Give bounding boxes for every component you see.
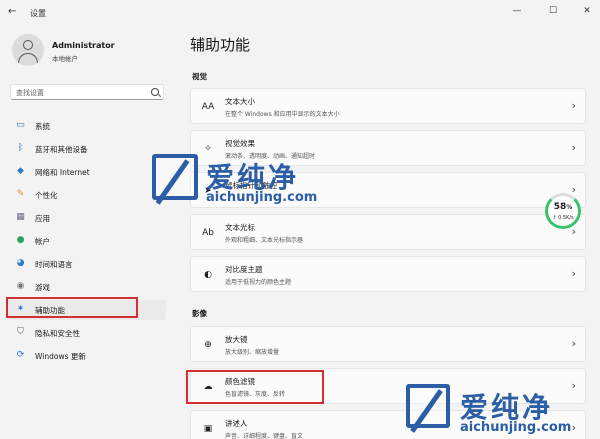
search-input[interactable]: 查找设置 (10, 84, 164, 100)
section-header-vision: 视觉 (192, 72, 207, 81)
sidebar-item-9[interactable]: ⛉ 隐私和安全性 (8, 323, 166, 343)
sidebar-item-label: 网络和 Internet (35, 168, 90, 177)
settings-card-0[interactable]: AA 文本大小在整个 Windows 和应用中显示的文本大小 › (190, 88, 586, 124)
text-cursor-icon: Ab (202, 228, 214, 238)
sidebar: Administrator 本地帐户 查找设置 ▭ 系统 ᛒ 蓝牙和其他设备 ◆ 网络和 … (0, 26, 170, 439)
contrast-icon: ◐ (204, 270, 212, 280)
sidebar-item-label: 系统 (35, 122, 50, 131)
sidebar-item-label: 时间和语言 (35, 260, 73, 269)
globe-clock-icon: ◕ (16, 258, 25, 268)
watermark-logo: 爱纯净 aichunjing.com (152, 154, 352, 210)
monitor-icon: ▭ (16, 120, 25, 130)
close-button[interactable]: ✕ (578, 4, 596, 18)
shield-icon: ⛉ (17, 327, 24, 337)
avatar-body-icon (18, 53, 38, 66)
avatar-head-icon (23, 40, 33, 50)
page-title: 辅助功能 (190, 36, 251, 54)
card-title: 文本光标 (225, 223, 255, 232)
magnifier-icon: ⊕ (204, 340, 212, 350)
sidebar-item-4[interactable]: ▦ 应用 (8, 208, 166, 228)
sidebar-item-1[interactable]: ᛒ 蓝牙和其他设备 (8, 139, 166, 159)
user-account-type: 本地帐户 (52, 55, 78, 63)
sidebar-item-label: 游戏 (35, 283, 50, 292)
chevron-right-icon: › (571, 337, 576, 350)
chevron-right-icon: › (571, 183, 576, 196)
sidebar-item-label: Windows 更新 (35, 352, 86, 361)
narrator-icon: ▣ (203, 424, 213, 434)
sidebar-item-7[interactable]: ◉ 游戏 (8, 277, 166, 297)
settings-card-3[interactable]: Ab 文本光标外观和粗细、文本光标指示器 › (190, 214, 586, 250)
update-icon: ⟳ (16, 350, 25, 360)
card-title: 放大镜 (225, 335, 248, 344)
card-subtitle: 在整个 Windows 和应用中显示的文本大小 (225, 111, 340, 118)
sidebar-item-label: 应用 (35, 214, 50, 223)
window-title: 设置 (30, 9, 46, 18)
chevron-right-icon: › (571, 225, 576, 238)
card-title: 文本大小 (225, 97, 255, 106)
sidebar-item-6[interactable]: ◕ 时间和语言 (8, 254, 166, 274)
card-title: 对比度主题 (225, 265, 263, 274)
card-subtitle: 适用于低视力的颜色主题 (225, 279, 292, 286)
main-content: 辅助功能 视觉 影像 AA 文本大小在整个 Windows 和应用中显示的文本大小… (180, 26, 600, 439)
sidebar-item-3[interactable]: ✎ 个性化 (8, 185, 166, 205)
gamepad-icon: ◉ (16, 281, 25, 291)
chevron-right-icon: › (571, 99, 576, 112)
settings-card-5[interactable]: ⊕ 放大镜放大级别、缩放增量 › (190, 326, 586, 362)
title-bar: ← 设置 — ☐ ✕ (0, 0, 600, 26)
card-subtitle: 放大级别、缩放增量 (225, 349, 280, 356)
search-placeholder: 查找设置 (16, 89, 44, 97)
card-subtitle: 外观和粗细、文本光标指示器 (225, 237, 304, 244)
card-subtitle: 声音、详细程度、键盘、盲文 (225, 433, 304, 439)
text-size-icon: AA (201, 102, 215, 112)
minimize-button[interactable]: — (508, 4, 526, 18)
sidebar-item-0[interactable]: ▭ 系统 (8, 116, 166, 136)
section-header-imaging: 影像 (192, 309, 207, 318)
chevron-right-icon: › (571, 267, 576, 280)
sidebar-item-label: 帐户 (35, 237, 50, 246)
sidebar-item-5[interactable]: ● 帐户 (8, 231, 166, 251)
search-icon[interactable] (151, 88, 159, 96)
highlight-box (6, 297, 138, 318)
highlight-box (186, 370, 324, 404)
sidebar-item-2[interactable]: ◆ 网络和 Internet (8, 162, 166, 182)
wifi-icon: ◆ (17, 166, 24, 176)
watermark-logo-bottom: 爱纯净 aichunjing.com (406, 384, 600, 439)
watermark-url: aichunjing.com (206, 190, 318, 205)
card-title: 讲述人 (225, 419, 248, 428)
sidebar-item-label: 个性化 (35, 191, 58, 200)
gauge-rate: ↑ 0.5K/s (552, 215, 574, 221)
settings-card-4[interactable]: ◐ 对比度主题适用于低视力的颜色主题 › (190, 256, 586, 292)
sidebar-item-label: 蓝牙和其他设备 (35, 145, 88, 154)
network-gauge[interactable]: 58% ↑ 0.5K/s (545, 193, 581, 229)
bluetooth-icon: ᛒ (17, 143, 24, 153)
back-arrow-icon[interactable]: ← (8, 6, 16, 17)
avatar[interactable] (12, 34, 44, 66)
chevron-right-icon: › (571, 141, 576, 154)
account-icon: ● (16, 235, 25, 245)
card-title: 视觉效果 (225, 139, 255, 148)
watermark-url: aichunjing.com (460, 420, 572, 435)
sidebar-item-10[interactable]: ⟳ Windows 更新 (8, 346, 166, 366)
sidebar-item-label: 隐私和安全性 (35, 329, 80, 338)
apps-icon: ▦ (16, 212, 25, 222)
brush-icon: ✎ (16, 189, 25, 199)
gauge-value: 58% (553, 202, 573, 212)
maximize-button[interactable]: ☐ (544, 4, 562, 18)
user-name: Administrator (52, 41, 115, 50)
